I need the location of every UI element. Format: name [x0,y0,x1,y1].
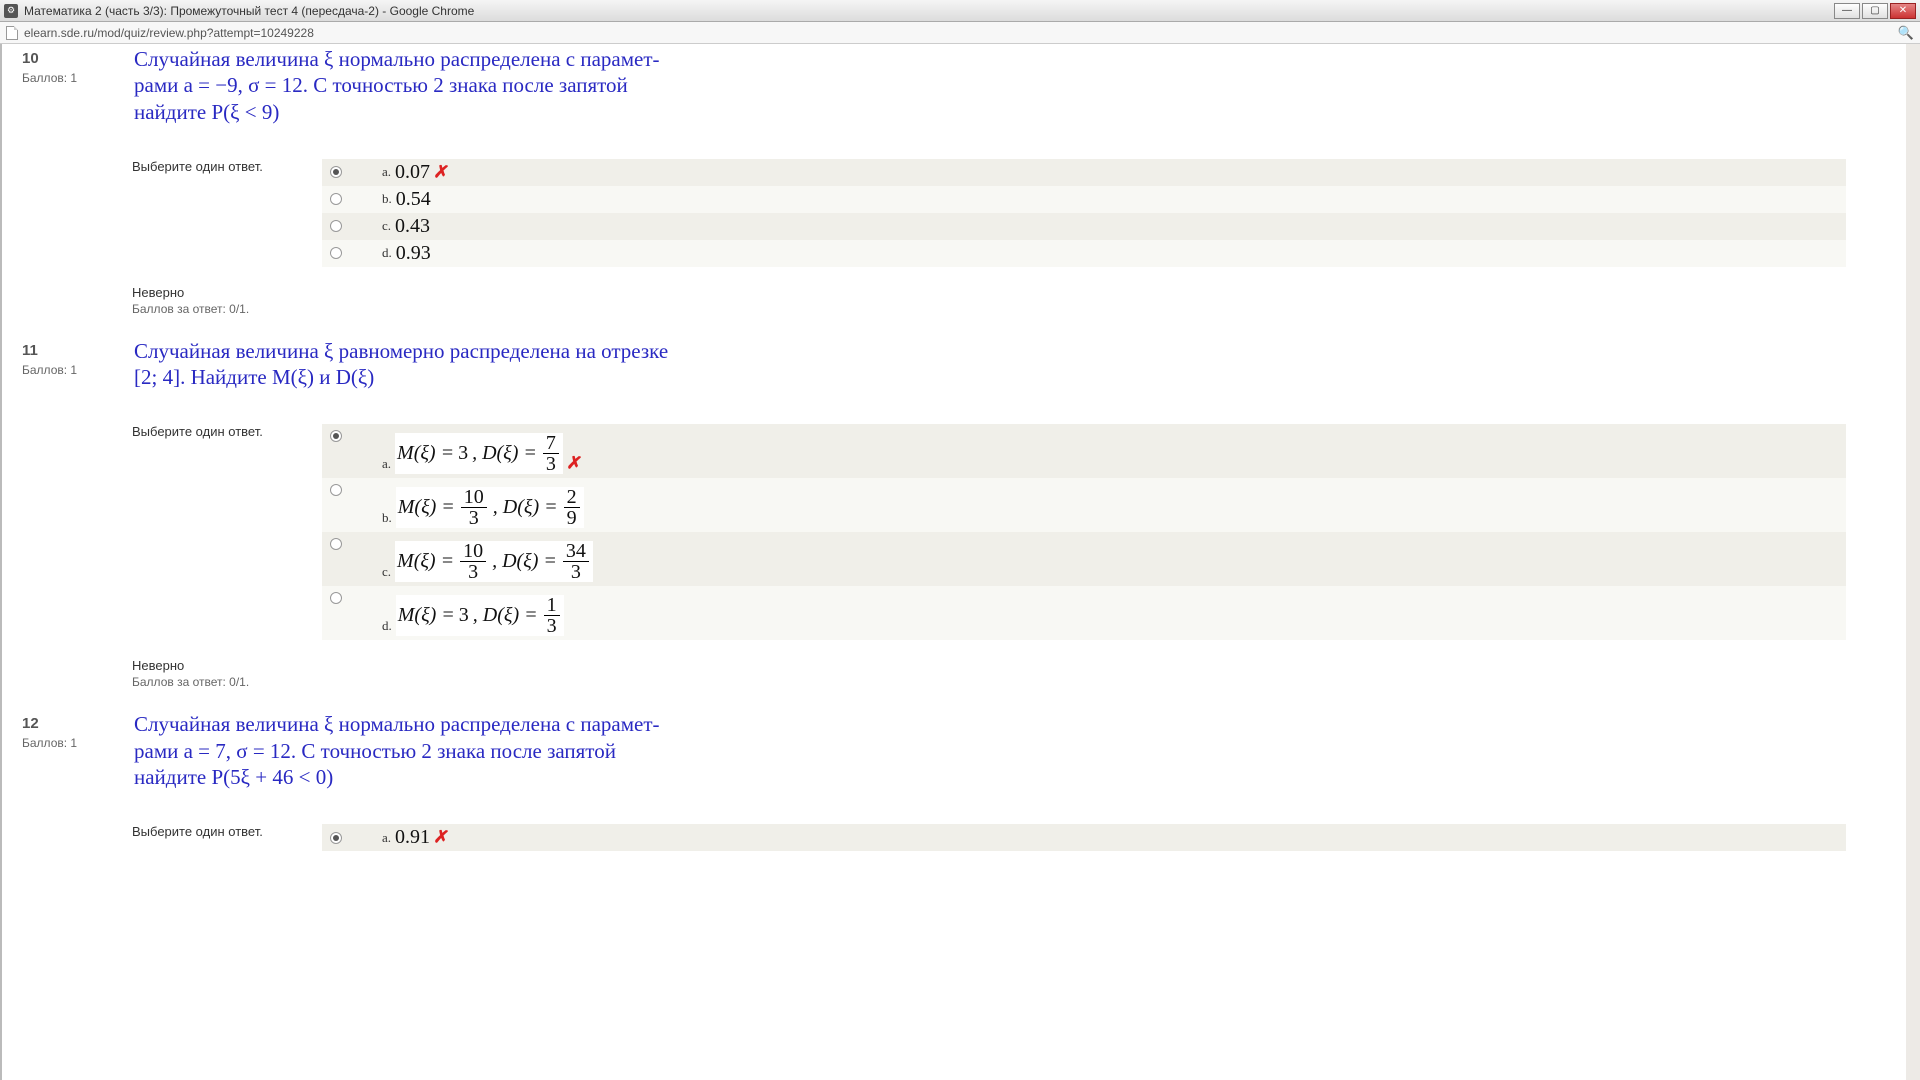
options-list: a. 0.91 ✗ [322,824,1846,851]
option-c[interactable]: c. 0.43 [322,213,1846,240]
question-text: Случайная величина ξ нормально распредел… [132,711,692,790]
maximize-button[interactable]: ▢ [1862,3,1888,19]
radio-icon[interactable] [330,430,342,442]
page-icon [6,26,18,40]
formula: M(ξ) = 3, D(ξ) = 13 [396,595,564,636]
address-bar[interactable]: elearn.sde.ru/mod/quiz/review.php?attemp… [0,22,1920,44]
feedback: Неверно Баллов за ответ: 0/1. [132,285,1886,316]
feedback-grade: Баллов за ответ: 0/1. [132,302,1886,316]
page-content: 10 Баллов: 1 Случайная величина ξ нормал… [0,44,1920,1080]
question-text: Случайная величина ξ нормально распредел… [132,46,692,125]
radio-icon[interactable] [330,538,342,550]
radio-icon[interactable] [330,592,342,604]
close-button[interactable]: ✕ [1890,3,1916,19]
window-titlebar: ⚙ Математика 2 (часть 3/3): Промежуточны… [0,0,1920,22]
question-points: Баллов: 1 [22,736,132,750]
option-c[interactable]: c. M(ξ) = 103, D(ξ) = 343 [322,532,1846,586]
question-points: Баллов: 1 [22,363,132,377]
wrong-mark-icon: ✗ [433,161,451,184]
option-b[interactable]: b. M(ξ) = 103, D(ξ) = 29 [322,478,1846,532]
answer-prompt: Выберите один ответ. [132,824,322,851]
radio-icon[interactable] [330,166,342,178]
option-b[interactable]: b. 0.54 [322,186,1846,213]
feedback-status: Неверно [132,285,1886,300]
option-d[interactable]: d. M(ξ) = 3, D(ξ) = 13 [322,586,1846,640]
radio-icon[interactable] [330,832,342,844]
minimize-button[interactable]: — [1834,3,1860,19]
question-12: 12 Баллов: 1 Случайная величина ξ нормал… [2,709,1906,871]
option-d[interactable]: d. 0.93 [322,240,1846,267]
options-list: a. M(ξ) = 3, D(ξ) = 73 ✗ b. M(ξ) = 103, … [322,424,1846,640]
formula: M(ξ) = 103, D(ξ) = 343 [395,541,593,582]
feedback-grade: Баллов за ответ: 0/1. [132,675,1886,689]
question-number: 11 [22,342,132,359]
feedback-status: Неверно [132,658,1886,673]
feedback: Неверно Баллов за ответ: 0/1. [132,658,1886,689]
question-number: 12 [22,715,132,732]
answer-prompt: Выберите один ответ. [132,424,322,640]
radio-icon[interactable] [330,220,342,232]
question-10: 10 Баллов: 1 Случайная величина ξ нормал… [2,44,1906,336]
app-favicon: ⚙ [4,4,18,18]
radio-icon[interactable] [330,193,342,205]
radio-icon[interactable] [330,484,342,496]
scrollbar-thumb[interactable] [1908,414,1918,584]
search-icon[interactable]: 🔍 [1898,25,1914,41]
wrong-mark-icon: ✗ [566,452,584,475]
url-text: elearn.sde.ru/mod/quiz/review.php?attemp… [24,26,314,40]
question-points: Баллов: 1 [22,71,132,85]
option-a[interactable]: a. M(ξ) = 3, D(ξ) = 73 ✗ [322,424,1846,478]
question-number: 10 [22,50,132,67]
option-a[interactable]: a. 0.07 ✗ [322,159,1846,186]
question-text: Случайная величина ξ равномерно распреде… [132,338,692,391]
question-11: 11 Баллов: 1 Случайная величина ξ равном… [2,336,1906,710]
wrong-mark-icon: ✗ [433,826,451,849]
answer-prompt: Выберите один ответ. [132,159,322,267]
option-a[interactable]: a. 0.91 ✗ [322,824,1846,851]
formula: M(ξ) = 3, D(ξ) = 73 [395,433,563,474]
radio-icon[interactable] [330,247,342,259]
window-title: Математика 2 (часть 3/3): Промежуточный … [24,4,474,18]
options-list: a. 0.07 ✗ b. 0.54 c. 0.43 [322,159,1846,267]
formula: M(ξ) = 103, D(ξ) = 29 [396,487,584,528]
